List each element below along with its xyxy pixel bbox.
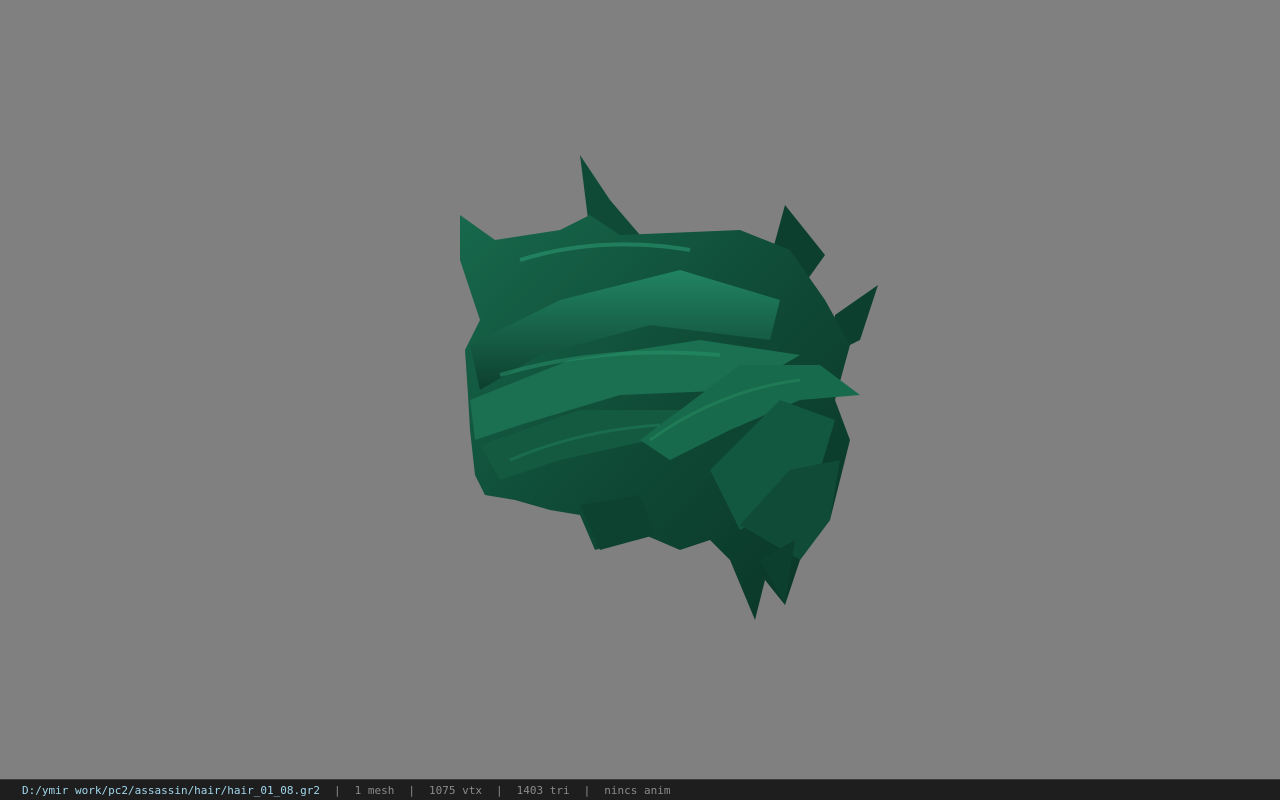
triangle-count: 1403 tri — [516, 783, 570, 797]
hair-model-preview[interactable] — [440, 140, 900, 640]
file-path: D:/ymir work/pc2/assassin/hair/hair_01_0… — [22, 783, 321, 797]
mesh-count: 1 mesh — [354, 783, 395, 797]
status-bar: D:/ymir work/pc2/assassin/hair/hair_01_0… — [0, 779, 1280, 800]
separator: | — [334, 783, 341, 797]
model-viewport[interactable] — [0, 0, 1280, 779]
vertex-count: 1075 vtx — [429, 783, 482, 797]
separator: | — [496, 783, 503, 797]
separator: | — [408, 783, 416, 797]
separator: | — [583, 783, 591, 797]
animation-status: nincs anim — [604, 783, 671, 797]
